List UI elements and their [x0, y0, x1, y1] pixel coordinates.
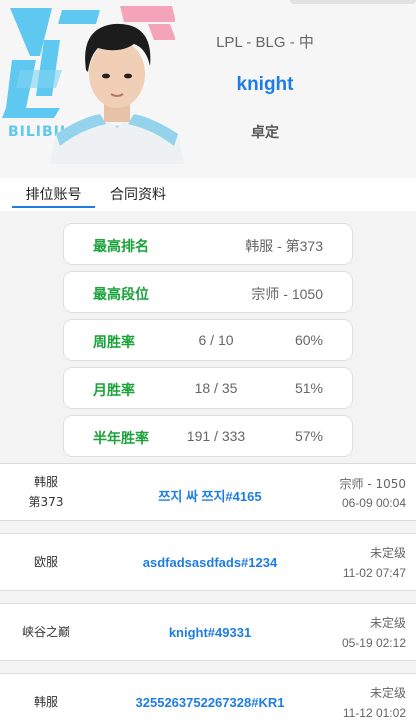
account-rank: 未定级 — [369, 686, 406, 700]
account-time: 11-02 07:47 — [342, 566, 406, 580]
account-row[interactable]: 欧服 asdfadsasdfads#1234 未定级 11-02 07:47 — [0, 533, 416, 591]
account-server: 峡谷之巅 — [21, 625, 70, 639]
account-rank: 未定级 — [369, 546, 406, 560]
stat-label: 月胜率 — [93, 383, 135, 399]
tab-ranked-accounts[interactable]: 排位账号 — [12, 184, 95, 208]
stat-label: 周胜率 — [93, 335, 135, 351]
player-profile-page: { "header": { "region": "LPL - BLG - 中",… — [0, 0, 416, 726]
profile-header: BILIBILI GA LPL - BLG - 中 knight 卓定 — [0, 0, 416, 178]
player-name: knight — [236, 74, 294, 95]
team-region-label: LPL - BLG - 中 — [216, 34, 314, 51]
account-name-link[interactable]: 쯔지 싸 쯔지#4165 — [90, 486, 330, 505]
stat-highest-tier: 最高段位 宗师 - 1050 — [63, 271, 353, 313]
stat-count: 6 / 10 — [198, 332, 234, 348]
stat-percent: 57% — [294, 428, 323, 444]
stat-percent: 51% — [294, 380, 323, 396]
account-server: 韩服 — [33, 475, 58, 489]
account-time: 05-19 02:12 — [341, 636, 406, 650]
account-server: 韩服 — [33, 695, 58, 709]
account-time: 11-12 01:02 — [342, 706, 406, 720]
account-row[interactable]: 韩服 3255263752267328#KR1 未定级 11-12 01:02 — [0, 673, 416, 726]
account-row[interactable]: 韩服 第373 쯔지 싸 쯔지#4165 宗师 - 1050 06-09 00:… — [0, 463, 416, 521]
stat-half-year-winrate: 半年胜率 191 / 333 57% — [63, 415, 353, 457]
stat-count: 191 / 333 — [186, 428, 246, 444]
account-name-link[interactable]: knight#49331 — [90, 625, 330, 640]
account-row[interactable]: 峡谷之巅 knight#49331 未定级 05-19 02:12 — [0, 603, 416, 661]
tab-bar: 排位账号 合同资料 — [0, 178, 416, 211]
account-name-link[interactable]: asdfadsasdfads#1234 — [90, 555, 330, 570]
stat-value: 韩服 - 第373 — [245, 238, 323, 254]
account-server: 欧服 — [33, 555, 58, 569]
tab-contract-info[interactable]: 合同资料 — [106, 184, 170, 208]
account-server-rank: 第373 — [28, 495, 64, 509]
stat-label: 最高段位 — [93, 287, 149, 303]
account-rank: 未定级 — [369, 616, 406, 630]
stat-monthly-winrate: 月胜率 18 / 35 51% — [63, 367, 353, 409]
stat-highest-rank: 最高排名 韩服 - 第373 — [63, 223, 353, 265]
top-bar — [290, 0, 416, 4]
stat-weekly-winrate: 周胜率 6 / 10 60% — [63, 319, 353, 361]
stat-label: 最高排名 — [93, 239, 149, 255]
account-time: 06-09 00:04 — [341, 496, 406, 510]
stat-count: 18 / 35 — [194, 380, 238, 396]
account-name-link[interactable]: 3255263752267328#KR1 — [90, 695, 330, 710]
player-real-name: 卓定 — [251, 125, 279, 141]
stat-label: 半年胜率 — [93, 431, 149, 447]
stat-percent: 60% — [294, 332, 323, 348]
account-rank: 宗师 - 1050 — [339, 477, 407, 491]
stat-value: 宗师 - 1050 — [251, 286, 323, 302]
player-avatar-icon — [50, 23, 184, 164]
